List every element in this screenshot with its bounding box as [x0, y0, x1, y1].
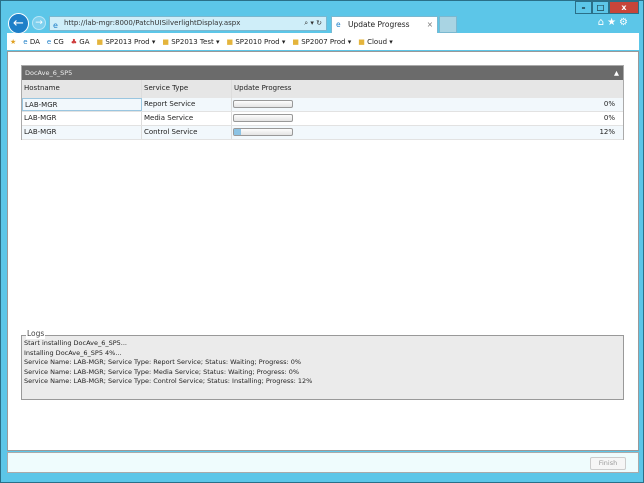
- progress-bar: [233, 114, 293, 122]
- favorite-folder-sp2010-prod[interactable]: ■ SP2010 Prod ▾: [226, 38, 285, 46]
- service-type-cell: Media Service: [142, 112, 232, 125]
- table-header: Hostname Service Type Update Progress: [22, 80, 623, 98]
- column-update-progress[interactable]: Update Progress: [232, 80, 623, 98]
- hostname-cell: LAB-MGR: [22, 126, 142, 139]
- column-hostname[interactable]: Hostname: [22, 80, 142, 98]
- panel-title: DocAve_6_SP5: [25, 69, 73, 77]
- page-content: DocAve_6_SP5 ▲ Hostname Service Type Upda…: [7, 51, 639, 451]
- table-row[interactable]: LAB-MGR Report Service 0%: [22, 98, 623, 112]
- search-refresh-icons[interactable]: ⌕ ▾ ↻: [304, 17, 322, 30]
- forward-button[interactable]: →: [32, 16, 46, 30]
- favorite-cg[interactable]: e CG: [47, 38, 64, 46]
- new-tab-button[interactable]: [439, 16, 457, 33]
- favorites-bar: ★ e DA e CG ♣ GA ■ SP2013 Prod ▾ ■ SP201…: [7, 33, 639, 50]
- progress-percent: 0%: [603, 114, 615, 122]
- maximize-button[interactable]: □: [592, 1, 609, 14]
- favorites-star-icon[interactable]: ★: [10, 38, 16, 46]
- progress-percent: 0%: [603, 100, 615, 108]
- close-tab-icon[interactable]: ×: [427, 17, 433, 32]
- logs-title: Logs: [26, 329, 46, 339]
- address-bar[interactable]: e http://lab-mgr:8000/PatchUISilverlightD…: [49, 16, 327, 31]
- log-line: Service Name: LAB-MGR; Service Type: Med…: [24, 367, 300, 376]
- favorite-da[interactable]: e DA: [23, 38, 40, 46]
- footer-bar: Finish: [7, 452, 639, 473]
- logs-box: Logs Start installing DocAve_6_SP5... Ins…: [21, 329, 624, 400]
- back-button[interactable]: ←: [8, 13, 29, 34]
- home-favorites-settings-icons[interactable]: ⌂★⚙: [598, 17, 631, 28]
- progress-cell: 0%: [232, 98, 623, 111]
- favorite-folder-sp2013-test[interactable]: ■ SP2013 Test ▾: [162, 38, 219, 46]
- panel-header[interactable]: DocAve_6_SP5 ▲: [22, 66, 623, 80]
- log-line: Service Name: LAB-MGR; Service Type: Con…: [24, 377, 313, 385]
- favorite-folder-sp2013-prod[interactable]: ■ SP2013 Prod ▾: [96, 38, 155, 46]
- favorite-folder-sp2007-prod[interactable]: ■ SP2007 Prod ▾: [292, 38, 351, 46]
- service-type-cell: Control Service: [142, 126, 232, 139]
- url-text: http://lab-mgr:8000/PatchUISilverlightDi…: [64, 19, 241, 27]
- tab-update-progress[interactable]: e Update Progress ×: [331, 16, 438, 33]
- column-service-type[interactable]: Service Type: [142, 80, 232, 98]
- favorite-folder-cloud[interactable]: ■ Cloud ▾: [358, 38, 393, 46]
- table-row[interactable]: LAB-MGR Control Service 12%: [22, 126, 623, 140]
- progress-bar: [233, 100, 293, 108]
- favorite-ga[interactable]: ♣ GA: [71, 38, 90, 46]
- service-type-cell: Report Service: [142, 98, 232, 111]
- progress-panel: DocAve_6_SP5 ▲ Hostname Service Type Upda…: [21, 65, 624, 140]
- ie-icon: e: [336, 20, 341, 29]
- browser-window: – □ x ← → e http://lab-mgr:8000/PatchUISi…: [0, 0, 644, 483]
- log-line: Start installing DocAve_6_SP5...: [24, 339, 128, 347]
- hostname-cell: LAB-MGR: [22, 112, 142, 125]
- progress-bar: [233, 128, 293, 136]
- finish-button[interactable]: Finish: [590, 457, 626, 470]
- progress-cell: 0%: [232, 112, 623, 125]
- tab-title: Update Progress: [348, 20, 410, 29]
- log-line: Installing DocAve_6_SP5 4%...: [24, 348, 122, 357]
- minimize-button[interactable]: –: [575, 1, 592, 14]
- progress-fill: [234, 129, 241, 135]
- table-row[interactable]: LAB-MGR Media Service 0%: [22, 112, 623, 126]
- log-line: Service Name: LAB-MGR; Service Type: Rep…: [24, 358, 302, 366]
- hostname-cell: LAB-MGR: [22, 98, 142, 111]
- collapse-icon[interactable]: ▲: [614, 66, 619, 80]
- progress-percent: 12%: [599, 128, 615, 136]
- ie-icon: e: [53, 21, 58, 30]
- close-button[interactable]: x: [609, 1, 639, 14]
- progress-cell: 12%: [232, 126, 623, 139]
